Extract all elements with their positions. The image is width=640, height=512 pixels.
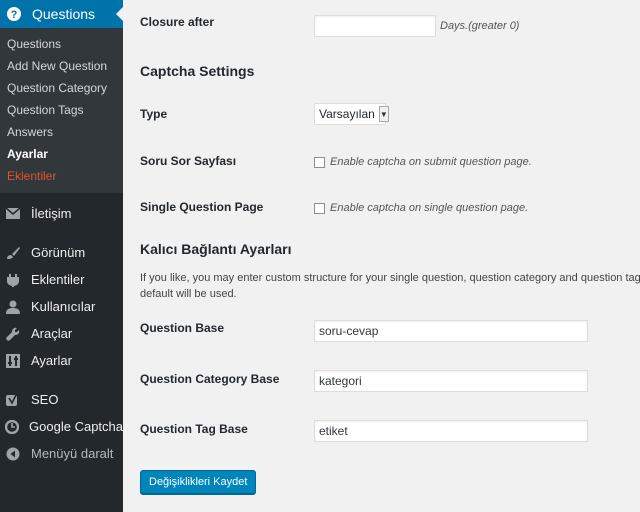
single-page-label: Single Question Page [140,200,264,214]
settings-icon [5,353,21,369]
captcha-type-select[interactable]: Varsayılan ▼ [314,103,389,125]
permalink-description-line-2: default will be used. [140,288,237,300]
menu-google-captcha-label: Google Captcha [29,419,123,434]
svg-text:?: ? [11,9,18,21]
submenu-question-category[interactable]: Question Category [0,77,123,99]
admin-sidebar: ? Questions Questions Add New Question Q… [0,0,123,512]
submenu-plugins[interactable]: Eklentiler [0,165,123,187]
single-page-captcha-checkbox[interactable] [314,202,325,214]
menu-seo-label: SEO [31,392,59,407]
ask-page-label: Soru Sor Sayfası [140,154,237,168]
menu-settings[interactable]: Ayarlar [0,347,123,374]
wrench-icon [5,326,21,342]
menu-tools-label: Araçlar [31,326,73,341]
settings-content: Closure after Days.(greater 0) Captcha S… [123,0,640,512]
brush-icon [5,245,21,261]
submenu-questions[interactable]: Questions [0,33,123,55]
captcha-type-value: Varsayılan [319,107,375,121]
menu-contact-label: İletişim [31,206,72,221]
single-page-captcha-option[interactable]: Enable captcha on single question page. [314,202,528,214]
question-base-label: Question Base [140,321,225,335]
single-page-row: Single Question Page [140,200,263,214]
category-base-input[interactable]: kategori [314,370,588,392]
menu-questions[interactable]: ? Questions [0,0,123,28]
type-row: Type [140,107,167,121]
closure-label: Closure after [140,15,215,29]
submenu-settings[interactable]: Ayarlar [0,143,123,165]
ask-page-row: Soru Sor Sayfası [140,154,236,168]
menu-contact[interactable]: İletişim [0,200,123,227]
collapse-menu-label: Menüyü daralt [31,446,114,461]
plugin-icon [5,272,21,288]
save-changes-button[interactable]: Değişiklikleri Kaydet [140,470,257,494]
menu-settings-label: Ayarlar [31,353,72,368]
question-icon: ? [6,6,22,22]
collapse-menu-button[interactable]: Menüyü daralt [0,440,123,467]
single-page-captcha-text: Enable captcha on single question page. [330,202,529,214]
menu-users-label: Kullanıcılar [31,299,96,314]
menu-users[interactable]: Kullanıcılar [0,293,123,320]
yoast-icon [5,392,21,408]
ask-page-captcha-checkbox[interactable] [314,156,325,168]
menu-plugins[interactable]: Eklentiler [0,266,123,293]
menu-tools[interactable]: Araçlar [0,320,123,347]
question-base-row: Question Base [140,321,224,335]
user-icon [5,299,21,315]
closure-row: Closure after [140,15,214,29]
submenu-add-new-question[interactable]: Add New Question [0,55,123,77]
ask-page-captcha-text: Enable captcha on submit question page. [330,156,532,168]
tag-base-label: Question Tag Base [140,422,248,436]
permalink-settings-heading: Kalıcı Bağlantı Ayarları [140,241,292,257]
category-base-label: Question Category Base [140,372,280,386]
captcha-icon [5,419,20,435]
closure-hint: Days.(greater 0) [440,20,520,32]
tag-base-row: Question Tag Base [140,422,248,436]
menu-google-captcha[interactable]: Google Captcha [0,413,123,440]
submenu-question-tags[interactable]: Question Tags [0,99,123,121]
type-label: Type [140,107,168,121]
captcha-settings-heading: Captcha Settings [140,63,255,79]
chevron-down-icon: ▼ [378,106,389,122]
menu-questions-label: Questions [32,6,96,22]
closure-days-input[interactable] [314,15,436,37]
category-base-row: Question Category Base [140,372,279,386]
menu-seo[interactable]: SEO [0,386,123,413]
tag-base-input[interactable]: etiket [314,420,588,442]
collapse-icon [5,446,21,462]
mail-icon [5,206,21,222]
permalink-description-line-1: If you like, you may enter custom struct… [140,272,640,284]
question-base-input[interactable]: soru-cevap [314,320,588,342]
ask-page-captcha-option[interactable]: Enable captcha on submit question page. [314,156,532,168]
menu-appearance[interactable]: Görünüm [0,239,123,266]
questions-submenu: Questions Add New Question Question Cate… [0,28,123,193]
menu-appearance-label: Görünüm [31,245,86,260]
submenu-answers[interactable]: Answers [0,121,123,143]
menu-plugins-label: Eklentiler [31,272,85,287]
